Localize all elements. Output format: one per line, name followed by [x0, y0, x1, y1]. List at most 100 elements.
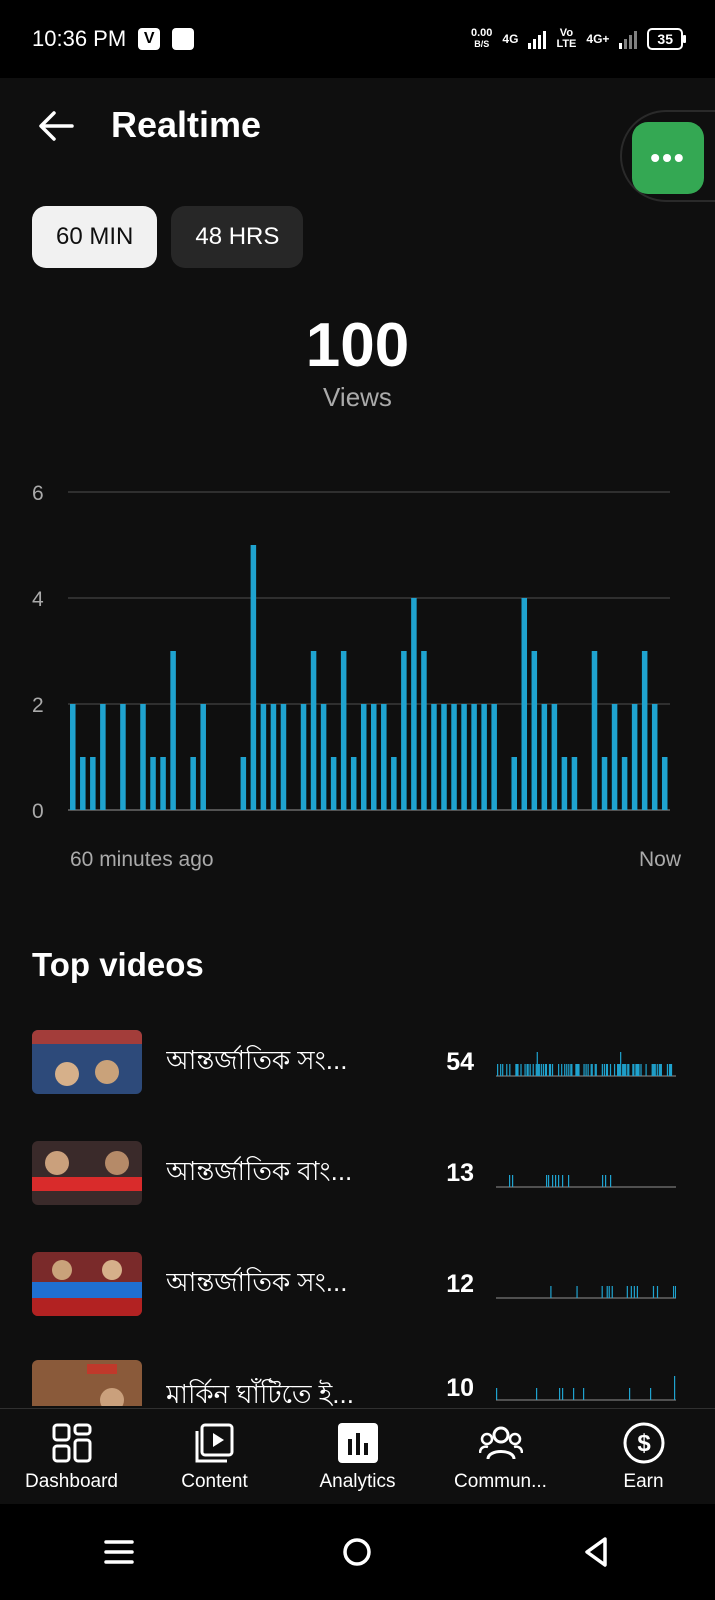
- sparkline-bar: [512, 1175, 514, 1187]
- nav-dashboard[interactable]: Dashboard: [0, 1409, 143, 1505]
- chip-60-min[interactable]: 60 MIN: [32, 206, 158, 268]
- chart-bar: [611, 704, 618, 810]
- sparkline-bar: [517, 1064, 519, 1076]
- chart-bar: [591, 651, 598, 810]
- nav-content[interactable]: Content: [143, 1409, 286, 1505]
- bottom-navigation: Dashboard Content Analytics Commun... $ …: [0, 1408, 715, 1505]
- sparkline-bar: [613, 1064, 616, 1076]
- chart-bar: [541, 704, 548, 810]
- sparkline-bar: [626, 1286, 628, 1298]
- video-row[interactable]: আন্তর্জাতিক সং... 54: [32, 1027, 682, 1097]
- chart-bar: [80, 757, 86, 810]
- sparkline-bar: [656, 1286, 659, 1298]
- sparkline-bar: [561, 1064, 563, 1076]
- nav-analytics[interactable]: Analytics: [286, 1409, 429, 1505]
- chart-bar: [150, 757, 156, 810]
- video-row[interactable]: আন্তর্জাতিক বাং... 13: [32, 1138, 682, 1208]
- views-label: Views: [323, 382, 392, 412]
- video-thumbnail: [32, 1252, 142, 1316]
- back-arrow-icon[interactable]: [36, 106, 76, 146]
- chart-bar: [381, 704, 387, 810]
- time-range-chips: 60 MIN 48 HRS: [32, 206, 304, 268]
- sparkline-bar: [576, 1286, 578, 1298]
- chart-bar: [190, 757, 196, 810]
- sparkline-bar: [558, 1064, 560, 1076]
- system-navigation: [0, 1504, 715, 1600]
- sparkline-bar: [540, 1064, 542, 1076]
- recents-icon[interactable]: [102, 1535, 136, 1569]
- sparkline-bar: [497, 1064, 499, 1076]
- video-sparkline: [496, 1052, 676, 1077]
- video-sparkline: [496, 1286, 676, 1299]
- sparkline-bar: [605, 1175, 607, 1187]
- sparkline-bar: [566, 1064, 568, 1076]
- analytics-icon: [337, 1423, 378, 1463]
- sparkline-bar: [670, 1064, 673, 1076]
- sparkline-bar: [606, 1286, 608, 1298]
- sparkline-bar: [656, 1064, 658, 1076]
- chip-48-hrs[interactable]: 48 HRS: [171, 206, 304, 268]
- sparkline-bar: [568, 1175, 570, 1187]
- notification-square-icon: [172, 28, 195, 50]
- video-sparkline: [496, 1376, 676, 1401]
- chart-bar: [350, 757, 357, 810]
- nav-label: Analytics: [319, 1471, 396, 1492]
- video-views: 12: [446, 1269, 474, 1298]
- sparkline-bar: [609, 1064, 612, 1076]
- chart-bar: [401, 651, 407, 810]
- nav-community[interactable]: Commun...: [429, 1409, 572, 1505]
- sparkline-bar: [558, 1175, 560, 1187]
- sparkline-bar: [538, 1064, 540, 1076]
- sparkline-bar: [611, 1286, 613, 1298]
- chart-bar: [551, 704, 558, 810]
- sparkline-bar: [562, 1388, 564, 1400]
- x-axis-start-label: 60 minutes ago: [70, 848, 214, 871]
- views-count: 100: [305, 311, 410, 380]
- chart-bar: [461, 704, 467, 810]
- sparkline-bar: [650, 1388, 652, 1400]
- nav-label: Content: [181, 1471, 248, 1492]
- page-title: Realtime: [111, 104, 262, 145]
- sparkline-bar: [573, 1388, 575, 1400]
- floating-panel: •••: [620, 110, 715, 202]
- sparkline-bar: [500, 1064, 502, 1076]
- sparkline-bar: [520, 1064, 522, 1076]
- sparkline-bar: [633, 1064, 635, 1076]
- chart-bar: [90, 757, 96, 810]
- chart-bar: [250, 545, 257, 810]
- chart-bar: [421, 651, 427, 810]
- top-videos-title: Top videos: [32, 946, 204, 983]
- sparkline-bar: [562, 1175, 564, 1187]
- sparkline-bar: [542, 1064, 544, 1076]
- community-icon: [478, 1426, 523, 1460]
- sparkline-bar: [568, 1064, 570, 1076]
- chart-bar: [651, 704, 658, 810]
- sparkline-bar: [551, 1064, 554, 1076]
- video-row[interactable]: মার্কিন ঘাঁটিতে ই... 10: [32, 1360, 682, 1406]
- chart-bar: [571, 757, 578, 810]
- sparkline-bar: [602, 1175, 604, 1187]
- nav-earn[interactable]: $ Earn: [572, 1409, 715, 1505]
- chart-bar: [240, 757, 247, 810]
- sparkline-bar: [640, 1064, 642, 1076]
- sparkline-bar: [620, 1052, 622, 1076]
- chart-bar: [260, 704, 267, 810]
- video-sparkline: [496, 1175, 676, 1188]
- video-title: আন্তর্জাতিক সং...: [166, 1267, 348, 1297]
- chart-bar: [451, 704, 457, 810]
- chart-bar: [340, 651, 347, 810]
- sparkline-bar: [502, 1064, 504, 1076]
- earn-icon: $: [623, 1422, 664, 1464]
- chart-bar: [411, 598, 417, 810]
- sparkline-bar: [638, 1064, 640, 1076]
- more-options-button[interactable]: •••: [632, 122, 704, 194]
- clock: 10:36 PM: [32, 26, 127, 51]
- sparkline-bar: [552, 1175, 554, 1187]
- sparkline-bar: [545, 1064, 548, 1076]
- back-icon[interactable]: [579, 1535, 613, 1569]
- video-thumbnail: [32, 1141, 142, 1205]
- sparkline-bar: [601, 1064, 603, 1076]
- chart-bar: [631, 704, 638, 810]
- home-icon[interactable]: [340, 1535, 374, 1569]
- video-row[interactable]: আন্তর্জাতিক সং... 12: [32, 1249, 682, 1319]
